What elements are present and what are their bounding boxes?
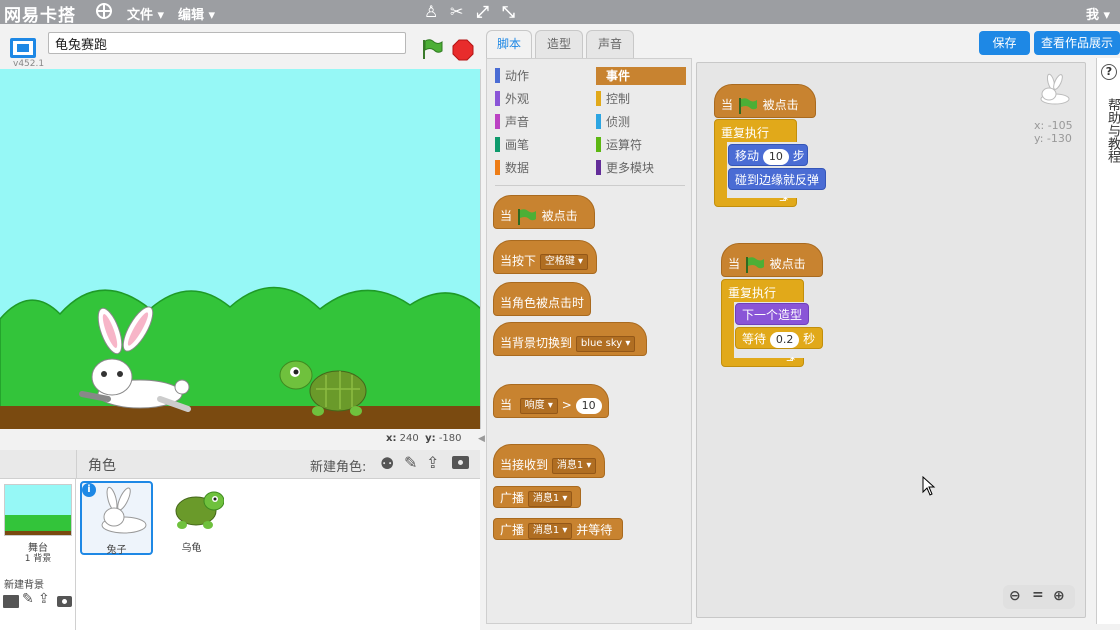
vertical-divider xyxy=(76,450,77,479)
forever-label: 重复执行 xyxy=(721,126,770,140)
sprite-x-position: x: -105 xyxy=(1034,119,1073,132)
paint-brush-icon[interactable]: ✎ xyxy=(404,453,417,472)
new-backdrop-label: 新建背景 xyxy=(4,580,44,591)
when-key-pressed-block[interactable]: 当按下 空格键 ▾ xyxy=(493,240,597,274)
steps-input[interactable]: 10 xyxy=(762,148,789,165)
loudness-value[interactable]: 10 xyxy=(575,397,602,414)
stop-icon[interactable] xyxy=(452,39,474,61)
green-flag-icon xyxy=(745,256,764,273)
green-flag-icon xyxy=(738,97,757,114)
zoom-controls: ⊖ = ⊕ xyxy=(1003,585,1075,609)
current-sprite-icon xyxy=(1040,73,1070,105)
help-question-icon[interactable]: ? xyxy=(1101,64,1117,80)
backdrop-library-icon[interactable] xyxy=(3,595,19,608)
zoom-in-icon[interactable]: ⊕ xyxy=(1053,588,1065,604)
sprite-thumbnail-rabbit[interactable]: i 兔子 xyxy=(80,481,153,556)
message-dropdown[interactable]: 消息1 ▾ xyxy=(527,490,573,507)
cut-scissors-icon[interactable]: ✂ xyxy=(450,2,463,21)
grow-icon[interactable]: ⤢ xyxy=(476,2,489,22)
loop-arrow-icon: ⬏ xyxy=(786,354,796,367)
zoom-out-icon[interactable]: ⊖ xyxy=(1009,588,1021,604)
green-flag-icon[interactable] xyxy=(420,38,444,60)
sprite-library-icon[interactable]: ⚉ xyxy=(380,454,394,473)
backdrop-dropdown[interactable]: blue sky ▾ xyxy=(575,335,636,352)
globe-icon[interactable] xyxy=(96,3,112,19)
message-dropdown[interactable]: 消息1 ▾ xyxy=(551,457,597,474)
when-flag-clicked-block[interactable]: 当 被点击 xyxy=(493,195,595,229)
script2-when-flag-clicked[interactable]: 当 被点击 xyxy=(721,243,823,277)
user-menu[interactable]: 我 ▾ xyxy=(1086,4,1110,23)
script1-move-steps-block[interactable]: 移动 10 步 xyxy=(728,144,808,166)
when-loudness-greater-block[interactable]: 当 响度 ▾ > 10 xyxy=(493,384,609,418)
script1-when-flag-clicked[interactable]: 当 被点击 xyxy=(714,84,816,118)
sprite-name: 兔子 xyxy=(106,545,127,556)
forever-label: 重复执行 xyxy=(728,286,777,300)
tab-sounds[interactable]: 声音 xyxy=(586,30,634,58)
when-backdrop-switches-block[interactable]: 当背景切换到 blue sky ▾ xyxy=(493,322,647,356)
stage-thumbnail[interactable] xyxy=(4,484,72,536)
duplicate-stamp-icon[interactable]: ♙ xyxy=(424,2,438,21)
broadcast-block[interactable]: 广播 消息1 ▾ xyxy=(493,486,581,508)
category-events[interactable]: 事件 xyxy=(596,67,686,85)
stage-column: 舞台 1 背景 新建背景 ✎ ⇪ xyxy=(0,479,76,630)
broadcast-and-wait-block[interactable]: 广播 消息1 ▾ 并等待 xyxy=(493,518,623,540)
info-icon[interactable]: i xyxy=(82,483,96,497)
loop-arrow-icon: ⬏ xyxy=(779,194,789,207)
script2-wait-block[interactable]: 等待 0.2 秒 xyxy=(735,327,823,349)
save-button[interactable]: 保存 xyxy=(979,31,1030,55)
sprite-pane-header: 角色 新建角色: ⚉ ✎ ⇪ xyxy=(0,450,480,479)
script1-bounce-block[interactable]: 碰到边缘就反弹 xyxy=(728,168,826,190)
menu-edit[interactable]: 编辑 ▾ xyxy=(178,4,215,23)
backdrop-camera-icon[interactable] xyxy=(57,596,72,607)
wait-seconds-input[interactable]: 0.2 xyxy=(769,331,800,348)
when-sprite-clicked-block[interactable]: 当角色被点击时 xyxy=(493,282,591,316)
upload-icon[interactable]: ⇪ xyxy=(426,453,439,472)
key-dropdown[interactable]: 空格键 ▾ xyxy=(539,253,589,270)
shrink-icon[interactable]: ⤡ xyxy=(502,2,515,22)
palette-divider xyxy=(495,185,685,186)
camera-icon[interactable] xyxy=(452,456,469,469)
tab-scripts[interactable]: 脚本 xyxy=(486,30,532,59)
sprite-y-position: y: -130 xyxy=(1034,132,1072,145)
message-dropdown[interactable]: 消息1 ▾ xyxy=(527,522,573,539)
version-label: v452.1 xyxy=(13,59,45,69)
collapse-arrow-icon[interactable]: ◀ xyxy=(478,433,486,445)
backdrop-upload-icon[interactable]: ⇪ xyxy=(38,591,50,607)
top-menu-bar: 网易卡搭 文件 ▾ 编辑 ▾ ♙ ✂ ⤢ ⤡ 我 ▾ xyxy=(0,0,1120,26)
loudness-dropdown[interactable]: 响度 ▾ xyxy=(519,397,558,414)
sprites-label: 角色 xyxy=(88,458,116,474)
when-receive-block[interactable]: 当接收到 消息1 ▾ xyxy=(493,444,605,478)
sprite-thumbnail-turtle[interactable]: 乌龟 xyxy=(155,481,228,555)
script2-next-costume-block[interactable]: 下一个造型 xyxy=(735,303,809,325)
mouse-cursor-icon xyxy=(922,476,936,496)
sprite-name: 乌龟 xyxy=(181,543,202,554)
stage-backdrop xyxy=(0,69,480,429)
green-flag-icon xyxy=(517,208,536,225)
zoom-reset-icon[interactable]: = xyxy=(1032,587,1044,603)
tab-costumes[interactable]: 造型 xyxy=(535,30,583,58)
stage-canvas[interactable] xyxy=(0,69,481,429)
see-project-page-button[interactable]: 查看作品展示 xyxy=(1034,31,1120,55)
project-title-input[interactable] xyxy=(48,32,406,54)
stage-backdrop-count: 1 背景 xyxy=(24,554,52,564)
help-panel[interactable]: ? 帮助与教程 xyxy=(1096,58,1120,624)
backdrop-paint-icon[interactable]: ✎ xyxy=(22,591,34,607)
new-sprite-label: 新建角色: xyxy=(310,460,367,475)
menu-file[interactable]: 文件 ▾ xyxy=(127,4,164,23)
fullscreen-icon[interactable] xyxy=(10,38,36,58)
app-logo[interactable]: 网易卡搭 xyxy=(4,1,76,26)
mouse-coordinates: x: 240 y: -180 xyxy=(386,433,462,444)
help-label: 帮助与教程 xyxy=(1105,98,1120,163)
